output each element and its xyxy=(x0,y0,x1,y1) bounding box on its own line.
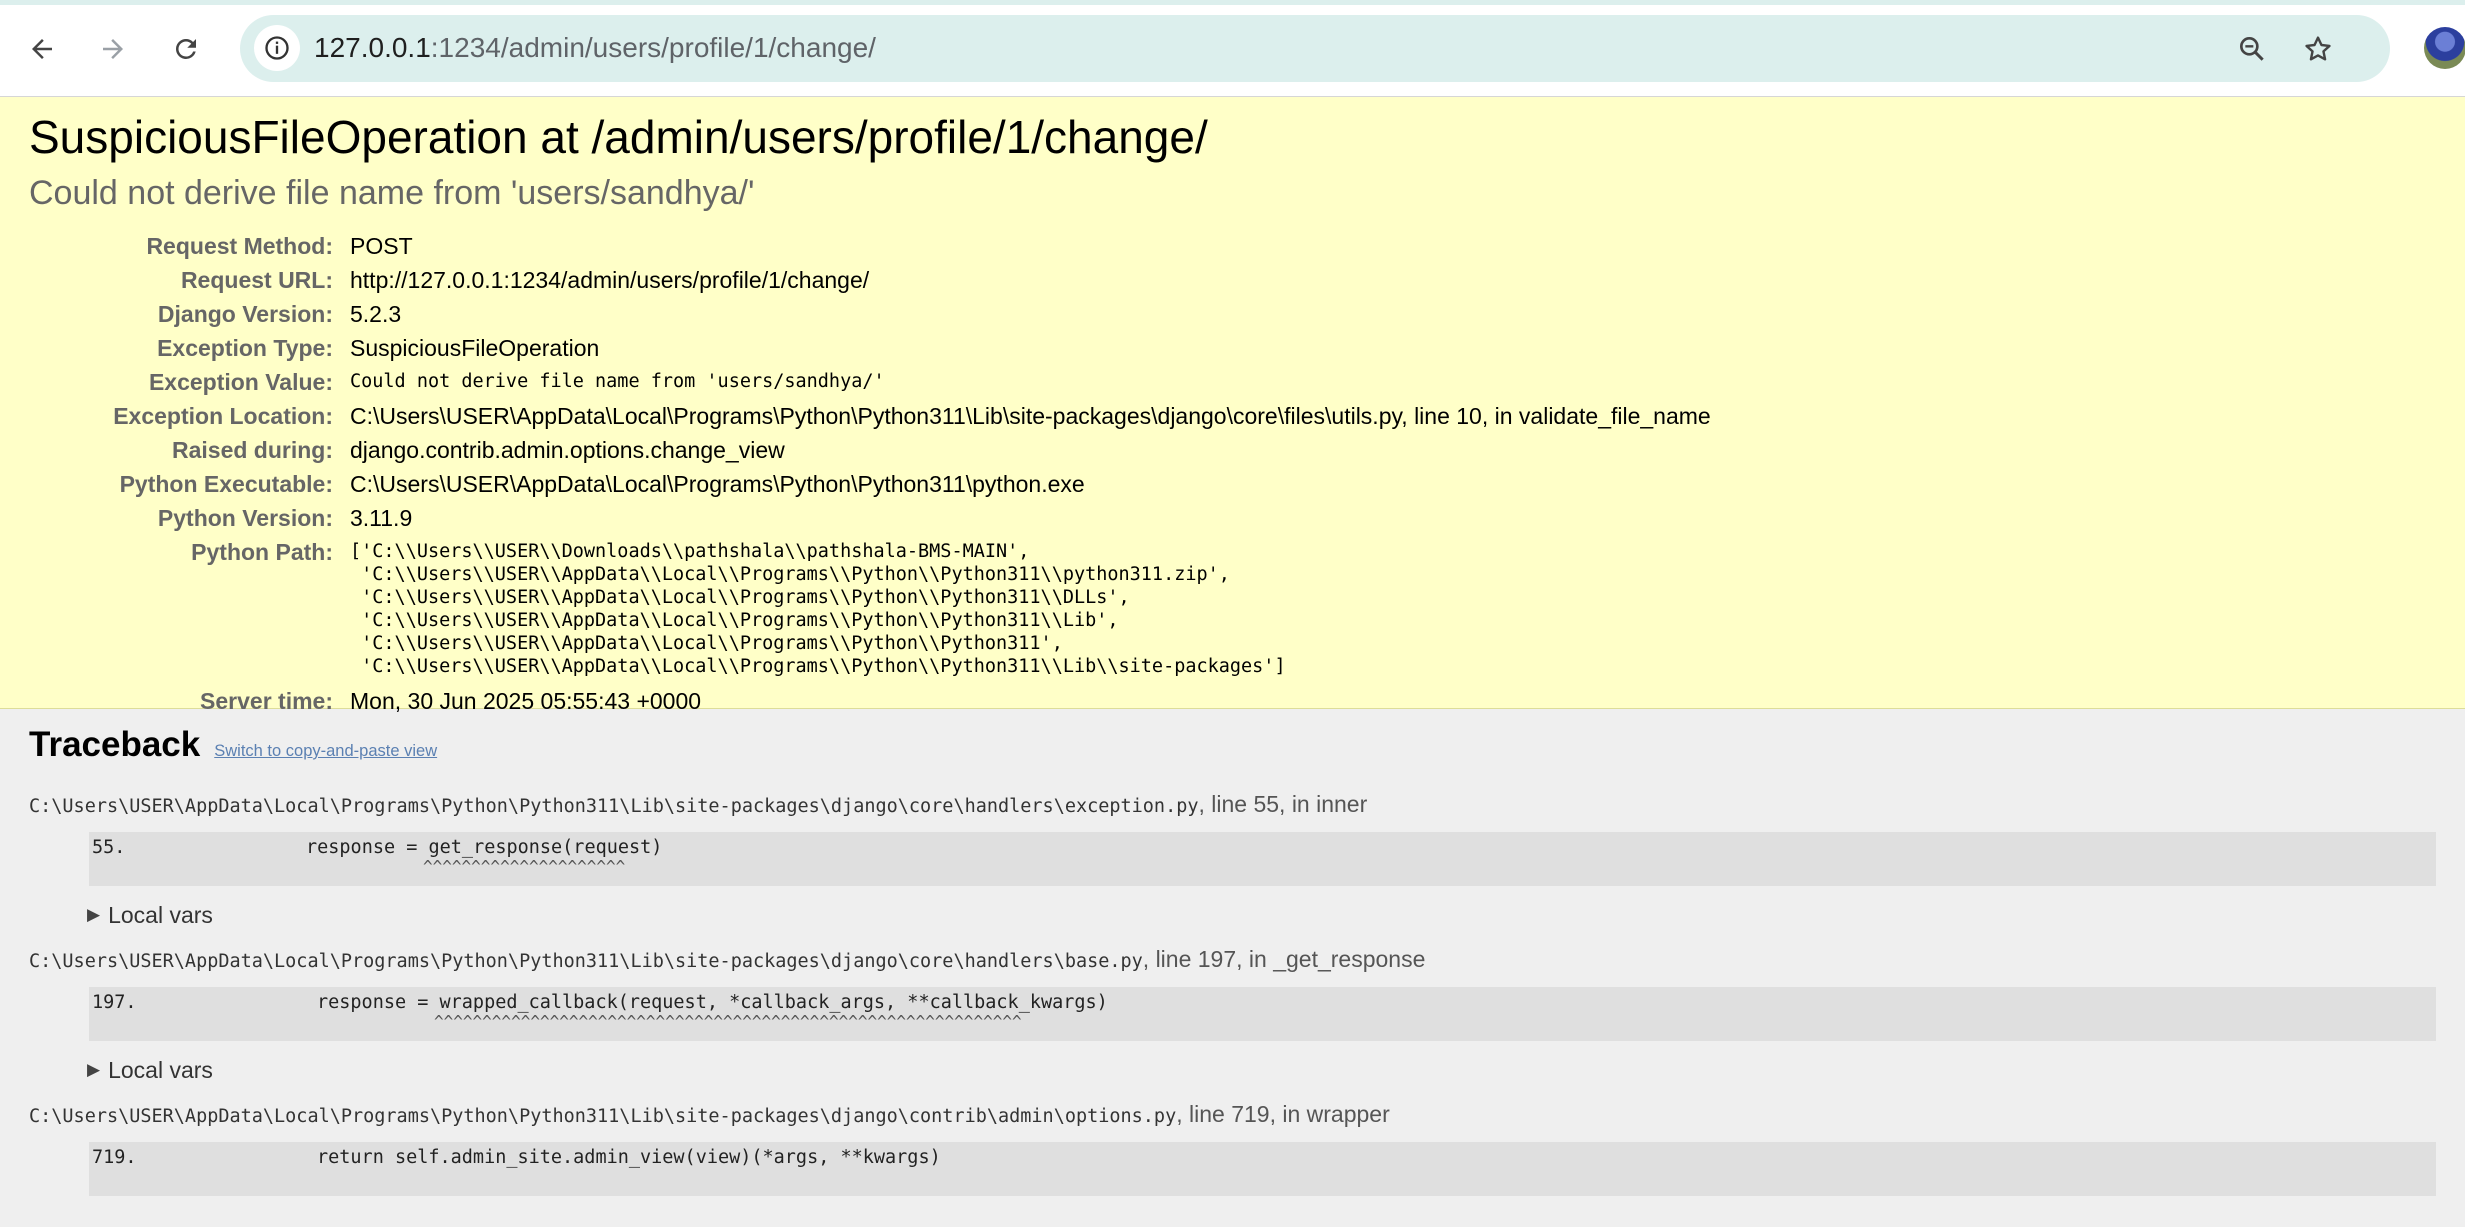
frame-where: , line 719, in wrapper xyxy=(1176,1101,1390,1127)
traceback-frame: C:\Users\USER\AppData\Local\Programs\Pyt… xyxy=(29,789,2436,930)
exception-value: Could not derive file name from 'users/s… xyxy=(350,371,885,392)
frame-filename: C:\Users\USER\AppData\Local\Programs\Pyt… xyxy=(29,951,1143,972)
frame-location: C:\Users\USER\AppData\Local\Programs\Pyt… xyxy=(29,789,2436,822)
meta-row: Python Version: 3.11.9 xyxy=(31,501,1711,535)
site-info-button[interactable] xyxy=(254,25,300,71)
local-vars-toggle[interactable]: ▶ Local vars xyxy=(87,1055,2436,1085)
frame-filename: C:\Users\USER\AppData\Local\Programs\Pyt… xyxy=(29,796,1199,817)
disclosure-triangle-icon: ▶ xyxy=(87,1060,101,1079)
zoom-button[interactable] xyxy=(2232,29,2272,69)
meta-row: Python Executable: C:\Users\USER\AppData… xyxy=(31,467,1711,501)
meta-label: Request Method: xyxy=(146,233,333,259)
switch-to-copy-paste-link[interactable]: Switch to copy-and-paste view xyxy=(214,742,437,761)
python-path-entry: 'C:\\Users\\USER\\AppData\\Local\\Progra… xyxy=(350,564,1230,585)
traceback-header: Traceback Switch to copy-and-paste view xyxy=(29,723,2436,767)
frame-code-context[interactable]: 719. return self.admin_site.admin_view(v… xyxy=(89,1142,2436,1196)
meta-row: Request Method: POST xyxy=(31,229,1711,263)
meta-row: Python Path: ['C:\\Users\\USER\\Download… xyxy=(31,535,1711,684)
frame-location: C:\Users\USER\AppData\Local\Programs\Pyt… xyxy=(29,1099,2436,1132)
frame-code-context[interactable]: 197. response = wrapped_callback(request… xyxy=(89,987,2436,1041)
frame-where: , line 197, in _get_response xyxy=(1142,946,1426,972)
meta-row: Exception Type: SuspiciousFileOperation xyxy=(31,331,1711,365)
python-path-entry: 'C:\\Users\\USER\\AppData\\Local\\Progra… xyxy=(350,610,1119,631)
meta-label: Python Version: xyxy=(157,505,333,531)
meta-label: Exception Type: xyxy=(157,335,333,361)
frame-line-number: 719. xyxy=(92,1147,137,1168)
bookmark-button[interactable] xyxy=(2298,29,2338,69)
meta-label: Exception Value: xyxy=(148,369,333,395)
meta-row: Request URL: http://127.0.0.1:1234/admin… xyxy=(31,263,1711,297)
meta-value: C:\Users\USER\AppData\Local\Programs\Pyt… xyxy=(350,471,1085,497)
meta-label: Exception Location: xyxy=(113,403,333,429)
frame-location: C:\Users\USER\AppData\Local\Programs\Pyt… xyxy=(29,944,2436,977)
traceback-heading: Traceback xyxy=(29,725,201,764)
traceback-frame: C:\Users\USER\AppData\Local\Programs\Pyt… xyxy=(29,944,2436,1085)
traceback-frame: C:\Users\USER\AppData\Local\Programs\Pyt… xyxy=(29,1099,2436,1196)
frame-caret-marker: ^^^^^^^^^^^^^^^^^^^^^^^^^^^^^^^^^^^^^^^^… xyxy=(434,1012,1022,1031)
python-path-entry: 'C:\\Users\\USER\\AppData\\Local\\Progra… xyxy=(350,656,1286,677)
profile-avatar[interactable] xyxy=(2424,27,2465,69)
meta-label: Python Path: xyxy=(191,539,333,565)
tab-strip-edge xyxy=(0,0,2465,5)
meta-value: 3.11.9 xyxy=(350,505,413,531)
meta-label: Python Executable: xyxy=(119,471,333,497)
meta-label: Request URL: xyxy=(180,267,333,293)
request-meta-table: Request Method: POST Request URL: http:/… xyxy=(31,229,1711,718)
info-icon xyxy=(265,36,289,60)
meta-value: django.contrib.admin.options.change_view xyxy=(350,437,785,463)
frame-line-number: 197. xyxy=(92,992,137,1013)
disclosure-triangle-icon: ▶ xyxy=(87,905,101,924)
meta-value: C:\Users\USER\AppData\Local\Programs\Pyt… xyxy=(350,403,1711,429)
meta-row: Exception Location: C:\Users\USER\AppDat… xyxy=(31,399,1711,433)
arrow-right-icon xyxy=(103,39,123,59)
local-vars-toggle[interactable]: ▶ Local vars xyxy=(87,900,2436,930)
forward-button[interactable] xyxy=(87,23,139,75)
zoom-icon xyxy=(2240,36,2264,61)
error-summary: SuspiciousFileOperation at /admin/users/… xyxy=(0,97,2465,714)
meta-label: Django Version: xyxy=(157,301,333,327)
frame-filename: C:\Users\USER\AppData\Local\Programs\Pyt… xyxy=(29,1106,1177,1127)
local-vars-label: Local vars xyxy=(108,902,213,928)
reload-button[interactable] xyxy=(160,23,212,75)
python-path-list: ['C:\\Users\\USER\\Downloads\\pathshala\… xyxy=(350,535,1711,684)
frame-code-line: response = wrapped_callback(request, *ca… xyxy=(317,992,1108,1013)
reload-icon xyxy=(176,38,196,59)
error-message: Could not derive file name from 'users/s… xyxy=(29,174,755,212)
frame-line-number: 55. xyxy=(92,837,126,858)
arrow-left-icon xyxy=(32,39,52,59)
frame-where: , line 55, in inner xyxy=(1198,791,1368,817)
star-icon xyxy=(2305,36,2331,61)
meta-row: Django Version: 5.2.3 xyxy=(31,297,1711,331)
meta-row: Exception Value: Could not derive file n… xyxy=(31,365,1711,399)
url-host: 127.0.0.1 xyxy=(314,32,431,63)
python-path-entry: 'C:\\Users\\USER\\AppData\\Local\\Progra… xyxy=(350,633,1063,654)
frame-code-line: return self.admin_site.admin_view(view)(… xyxy=(317,1147,941,1168)
back-button[interactable] xyxy=(16,23,68,75)
frame-code-line: response = get_response(request) xyxy=(306,837,663,858)
address-bar[interactable]: 127.0.0.1:1234/admin/users/profile/1/cha… xyxy=(240,15,2390,82)
frame-caret-marker: ^^^^^^^^^^^^^^^^^^^^^ xyxy=(423,857,626,876)
url-text[interactable]: 127.0.0.1:1234/admin/users/profile/1/cha… xyxy=(314,32,876,64)
local-vars-label: Local vars xyxy=(108,1057,213,1083)
url-path: :1234/admin/users/profile/1/change/ xyxy=(430,32,876,63)
traceback-section: Traceback Switch to copy-and-paste view … xyxy=(0,709,2465,1196)
frame-code-context[interactable]: 55. response = get_response(request) ^^^… xyxy=(89,832,2436,886)
browser-toolbar: 127.0.0.1:1234/admin/users/profile/1/cha… xyxy=(0,0,2465,97)
error-title: SuspiciousFileOperation at /admin/users/… xyxy=(29,111,1208,163)
meta-value: http://127.0.0.1:1234/admin/users/profil… xyxy=(350,267,870,293)
python-path-entry: ['C:\\Users\\USER\\Downloads\\pathshala\… xyxy=(350,541,1030,562)
meta-row: Raised during: django.contrib.admin.opti… xyxy=(31,433,1711,467)
python-path-entry: 'C:\\Users\\USER\\AppData\\Local\\Progra… xyxy=(350,587,1130,608)
meta-label: Raised during: xyxy=(171,437,333,463)
meta-value: 5.2.3 xyxy=(350,301,402,327)
meta-value: SuspiciousFileOperation xyxy=(350,335,600,361)
meta-value: POST xyxy=(350,233,413,259)
